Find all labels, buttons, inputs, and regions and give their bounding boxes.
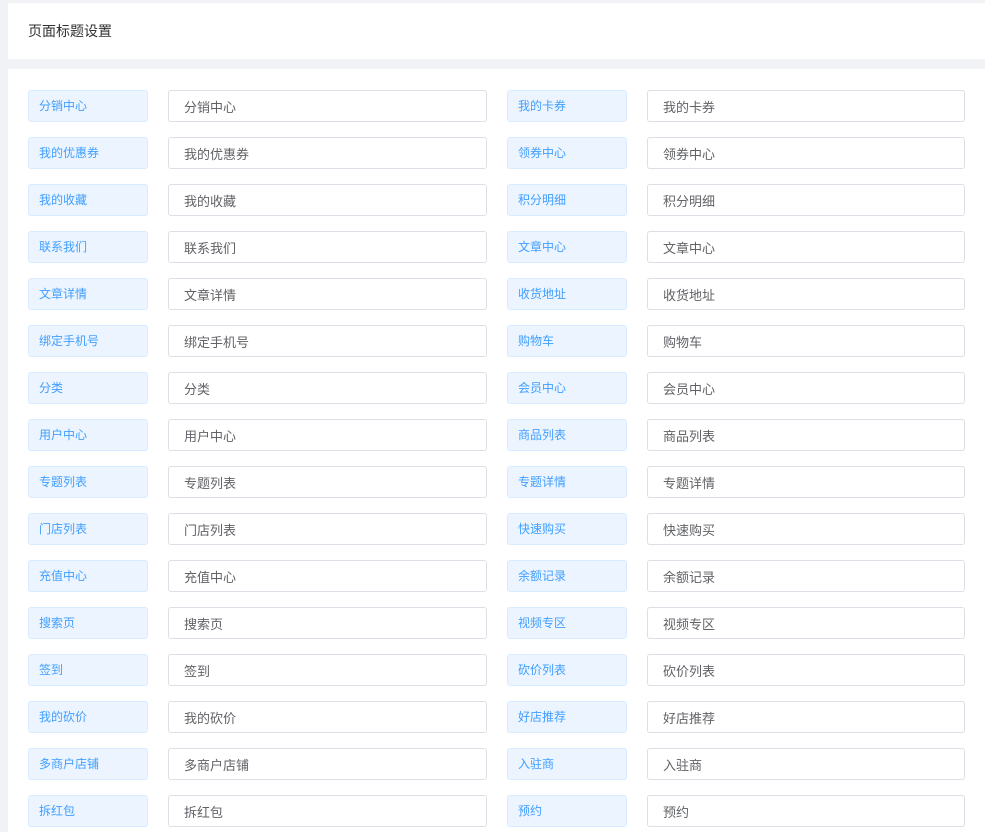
setting-title-input[interactable] — [647, 325, 965, 357]
setting-label-tag: 联系我们 — [28, 231, 148, 263]
setting-title-input[interactable] — [168, 795, 487, 827]
setting-title-input[interactable] — [647, 701, 965, 733]
setting-title-input[interactable] — [647, 372, 965, 404]
title-settings-panel: 分销中心 我的卡券 我的优惠券 领券中心 我的收藏 积分明细 联系我们 文章中心… — [8, 69, 985, 832]
setting-row: 绑定手机号 购物车 — [8, 325, 985, 357]
setting-label-tag: 文章中心 — [507, 231, 627, 263]
setting-title-input[interactable] — [168, 466, 487, 498]
setting-title-input[interactable] — [168, 513, 487, 545]
setting-label-tag: 分销中心 — [28, 90, 148, 122]
setting-label-tag: 积分明细 — [507, 184, 627, 216]
setting-title-input[interactable] — [647, 748, 965, 780]
setting-row: 分类 会员中心 — [8, 372, 985, 404]
setting-title-input[interactable] — [168, 654, 487, 686]
setting-label-tag: 我的砍价 — [28, 701, 148, 733]
setting-label-tag: 快速购买 — [507, 513, 627, 545]
setting-row: 分销中心 我的卡券 — [8, 90, 985, 122]
setting-label-tag: 商品列表 — [507, 419, 627, 451]
setting-title-input[interactable] — [647, 513, 965, 545]
setting-title-input[interactable] — [168, 372, 487, 404]
setting-label-tag: 用户中心 — [28, 419, 148, 451]
setting-title-input[interactable] — [647, 278, 965, 310]
page-title: 页面标题设置 — [28, 24, 112, 40]
setting-title-input[interactable] — [647, 231, 965, 263]
setting-title-input[interactable] — [647, 795, 965, 827]
setting-label-tag: 专题列表 — [28, 466, 148, 498]
setting-label-tag: 余额记录 — [507, 560, 627, 592]
setting-title-input[interactable] — [647, 466, 965, 498]
setting-row: 充值中心 余额记录 — [8, 560, 985, 592]
setting-label-tag: 预约 — [507, 795, 627, 827]
setting-title-input[interactable] — [168, 607, 487, 639]
setting-label-tag: 搜索页 — [28, 607, 148, 639]
setting-title-input[interactable] — [168, 137, 487, 169]
page-header: 页面标题设置 — [8, 3, 985, 59]
setting-row: 我的优惠券 领券中心 — [8, 137, 985, 169]
setting-title-input[interactable] — [647, 137, 965, 169]
setting-title-input[interactable] — [168, 278, 487, 310]
setting-label-tag: 我的卡券 — [507, 90, 627, 122]
setting-title-input[interactable] — [168, 184, 487, 216]
setting-row: 联系我们 文章中心 — [8, 231, 985, 263]
setting-label-tag: 好店推荐 — [507, 701, 627, 733]
setting-row: 我的砍价 好店推荐 — [8, 701, 985, 733]
setting-label-tag: 签到 — [28, 654, 148, 686]
setting-row: 多商户店铺 入驻商 — [8, 748, 985, 780]
setting-label-tag: 门店列表 — [28, 513, 148, 545]
setting-title-input[interactable] — [168, 325, 487, 357]
setting-label-tag: 多商户店铺 — [28, 748, 148, 780]
setting-label-tag: 会员中心 — [507, 372, 627, 404]
setting-label-tag: 拆红包 — [28, 795, 148, 827]
setting-title-input[interactable] — [168, 748, 487, 780]
setting-label-tag: 文章详情 — [28, 278, 148, 310]
setting-title-input[interactable] — [647, 560, 965, 592]
setting-title-input[interactable] — [168, 701, 487, 733]
setting-title-input[interactable] — [168, 90, 487, 122]
setting-label-tag: 我的收藏 — [28, 184, 148, 216]
setting-row: 用户中心 商品列表 — [8, 419, 985, 451]
setting-label-tag: 购物车 — [507, 325, 627, 357]
setting-label-tag: 充值中心 — [28, 560, 148, 592]
setting-row: 签到 砍价列表 — [8, 654, 985, 686]
setting-label-tag: 收货地址 — [507, 278, 627, 310]
setting-title-input[interactable] — [168, 419, 487, 451]
setting-title-input[interactable] — [647, 607, 965, 639]
setting-label-tag: 分类 — [28, 372, 148, 404]
setting-label-tag: 我的优惠券 — [28, 137, 148, 169]
setting-title-input[interactable] — [647, 90, 965, 122]
setting-title-input[interactable] — [168, 231, 487, 263]
setting-row: 拆红包 预约 — [8, 795, 985, 827]
setting-label-tag: 砍价列表 — [507, 654, 627, 686]
setting-row: 专题列表 专题详情 — [8, 466, 985, 498]
setting-title-input[interactable] — [168, 560, 487, 592]
setting-label-tag: 入驻商 — [507, 748, 627, 780]
setting-title-input[interactable] — [647, 419, 965, 451]
setting-label-tag: 领券中心 — [507, 137, 627, 169]
setting-row: 文章详情 收货地址 — [8, 278, 985, 310]
setting-label-tag: 绑定手机号 — [28, 325, 148, 357]
setting-title-input[interactable] — [647, 654, 965, 686]
setting-label-tag: 视频专区 — [507, 607, 627, 639]
setting-row: 搜索页 视频专区 — [8, 607, 985, 639]
setting-row: 我的收藏 积分明细 — [8, 184, 985, 216]
setting-label-tag: 专题详情 — [507, 466, 627, 498]
setting-row: 门店列表 快速购买 — [8, 513, 985, 545]
setting-title-input[interactable] — [647, 184, 965, 216]
